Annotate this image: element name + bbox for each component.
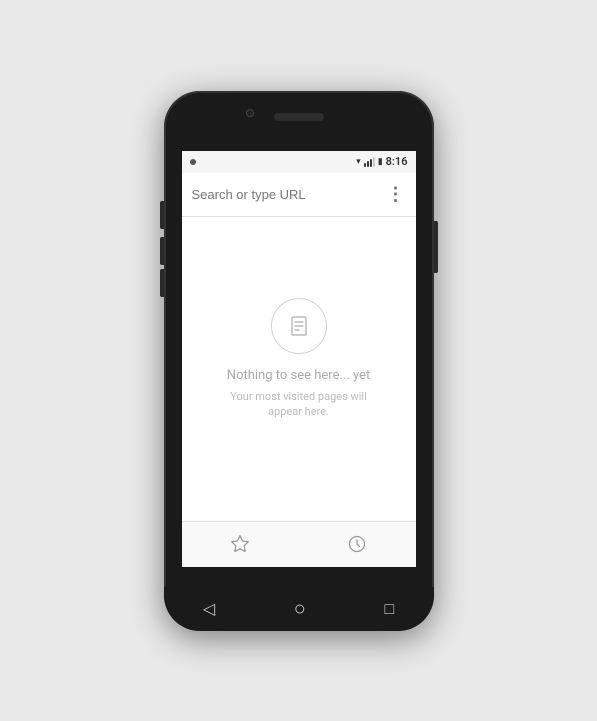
more-options-icon[interactable]: ⋮ (387, 184, 406, 205)
notification-icon (190, 159, 196, 165)
signal-icon (364, 157, 375, 167)
star-icon (230, 534, 250, 554)
document-icon (287, 314, 311, 338)
front-camera (246, 109, 254, 117)
phone-screen: ▾ ▮ 8:16 ⋮ (182, 151, 416, 567)
bottom-nav (182, 521, 416, 567)
clock-icon (347, 534, 367, 554)
battery-icon: ▮ (378, 157, 383, 167)
empty-state-title: Nothing to see here... yet (227, 368, 370, 383)
empty-state-subtitle: Your most visited pages will appear here… (219, 389, 379, 420)
status-time: 8:16 (386, 155, 408, 168)
home-button[interactable]: ○ (294, 596, 306, 621)
status-right: ▾ ▮ 8:16 (356, 155, 407, 168)
status-left (190, 159, 196, 165)
status-bar: ▾ ▮ 8:16 (182, 151, 416, 173)
back-button[interactable]: ◁ (203, 599, 215, 618)
recents-button[interactable]: □ (385, 599, 395, 619)
phone-device: ▾ ▮ 8:16 ⋮ (164, 91, 434, 631)
history-button[interactable] (345, 532, 369, 556)
android-nav-bar: ◁ ○ □ (164, 587, 434, 631)
wifi-icon: ▾ (356, 157, 361, 167)
url-input[interactable] (192, 187, 379, 202)
empty-state-icon-circle (271, 298, 327, 354)
speaker (274, 113, 324, 121)
url-bar[interactable]: ⋮ (182, 173, 416, 217)
bookmark-button[interactable] (228, 532, 252, 556)
main-content: Nothing to see here... yet Your most vis… (182, 217, 416, 521)
